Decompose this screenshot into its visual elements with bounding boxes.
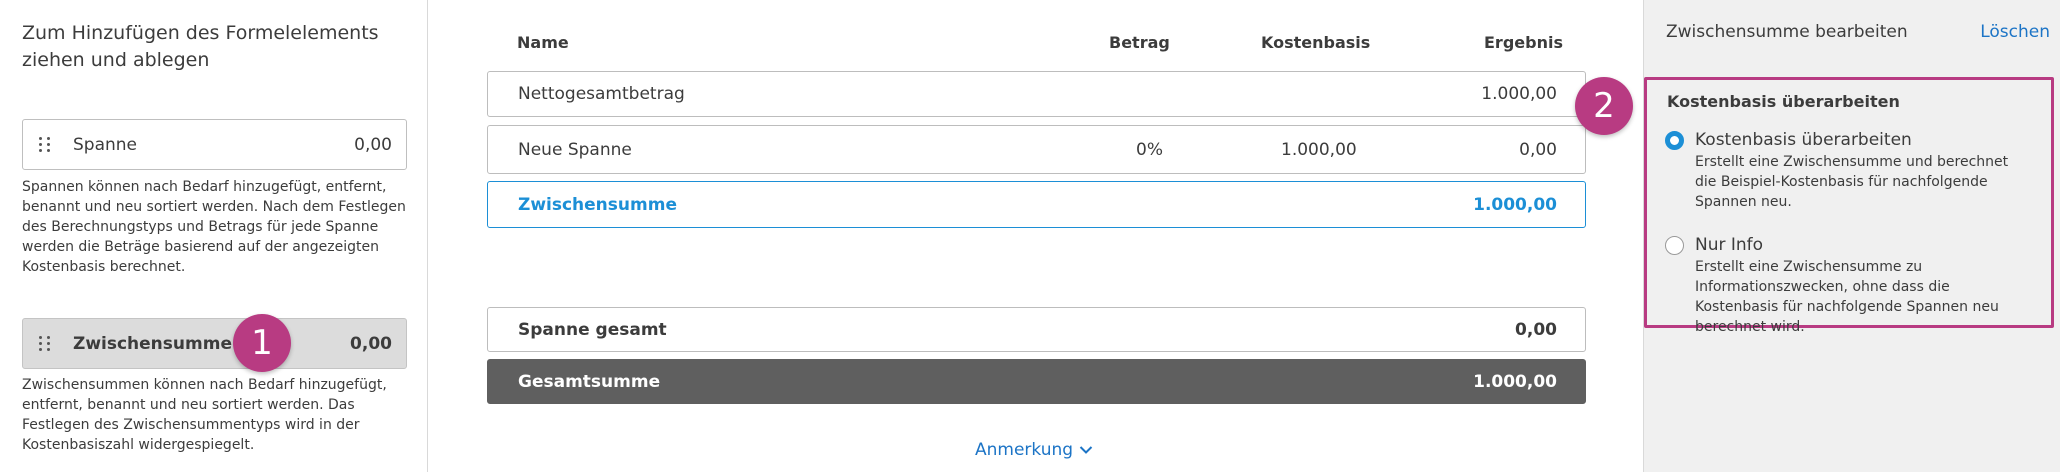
palette-item-value: 0,00 — [354, 134, 392, 155]
summary-row-grand-total: Gesamtsumme 1.000,00 — [487, 359, 1586, 404]
table-row-new-margin[interactable]: Neue Spanne 0% 1.000,00 0,00 — [487, 125, 1586, 174]
column-header-result: Ergebnis — [1484, 33, 1563, 52]
palette-item-label: Spanne — [73, 134, 138, 155]
delete-button[interactable]: Löschen — [1980, 22, 2050, 42]
palette-item-label: Zwischensumme — [73, 333, 232, 354]
summary-result: 1.000,00 — [1473, 371, 1557, 392]
column-header-cost-basis: Kostenbasis — [1261, 33, 1371, 52]
panel-title: Zum Hinzufügen des Formelelements ziehen… — [22, 22, 379, 71]
row-result: 1.000,00 — [1481, 84, 1557, 104]
summary-name: Spanne gesamt — [518, 319, 667, 340]
callout-marker-2: 2 — [1575, 77, 1633, 135]
palette-item-value: 0,00 — [350, 333, 392, 354]
chevron-down-icon — [1079, 446, 1093, 454]
section-title: Kostenbasis überarbeiten — [1667, 92, 1900, 111]
option-description: Erstellt eine Zwischensumme zu Informati… — [1695, 259, 1999, 335]
row-name: Zwischensumme — [518, 194, 677, 215]
column-header-amount: Betrag — [1109, 33, 1170, 52]
callout-marker-1: 1 — [233, 314, 291, 372]
column-header-name: Name — [517, 33, 569, 52]
drag-handle-icon[interactable] — [39, 336, 51, 351]
row-result: 0,00 — [1519, 139, 1557, 160]
row-cost-basis: 1.000,00 — [1281, 139, 1357, 160]
radio-button-unchecked[interactable] — [1665, 236, 1684, 255]
note-link-label: Anmerkung — [975, 440, 1074, 460]
drag-handle-icon[interactable] — [39, 137, 51, 152]
palette-item-description: Zwischensummen können nach Bedarf hinzug… — [22, 377, 387, 453]
option-revise-cost-basis[interactable]: Kostenbasis überarbeiten Erstellt eine Z… — [1665, 129, 2033, 212]
palette-item-description: Spannen können nach Bedarf hinzugefügt, … — [22, 179, 406, 275]
option-label[interactable]: Nur Info — [1695, 234, 2033, 256]
summary-result: 0,00 — [1515, 319, 1557, 340]
row-amount: 0% — [1136, 139, 1163, 160]
palette-item-zwischensumme[interactable]: Zwischensumme 0,00 — [22, 318, 407, 369]
radio-button-checked[interactable] — [1665, 131, 1684, 150]
option-info-only[interactable]: Nur Info Erstellt eine Zwischensumme zu … — [1665, 234, 2033, 337]
summary-row-margin-total: Spanne gesamt 0,00 — [487, 307, 1586, 352]
palette-item-spanne[interactable]: Spanne 0,00 — [22, 119, 407, 170]
option-label[interactable]: Kostenbasis überarbeiten — [1695, 129, 2033, 151]
table-row-subtotal[interactable]: Zwischensumme 1.000,00 — [487, 181, 1586, 228]
subtotal-edit-panel: Zwischensumme bearbeiten Löschen Kostenb… — [1643, 0, 2060, 472]
table-row-net-total[interactable]: Nettogesamtbetrag 1.000,00 — [487, 71, 1586, 117]
note-toggle-link[interactable]: Anmerkung — [975, 440, 1093, 460]
row-name: Nettogesamtbetrag — [518, 84, 685, 104]
row-name: Neue Spanne — [518, 139, 632, 160]
row-result: 1.000,00 — [1473, 194, 1557, 215]
option-description: Erstellt eine Zwischensumme und berechne… — [1695, 154, 2009, 210]
summary-name: Gesamtsumme — [518, 371, 661, 392]
panel-title: Zwischensumme bearbeiten — [1666, 22, 1908, 42]
cost-basis-options: Kostenbasis überarbeiten Kostenbasis übe… — [1644, 77, 2054, 335]
